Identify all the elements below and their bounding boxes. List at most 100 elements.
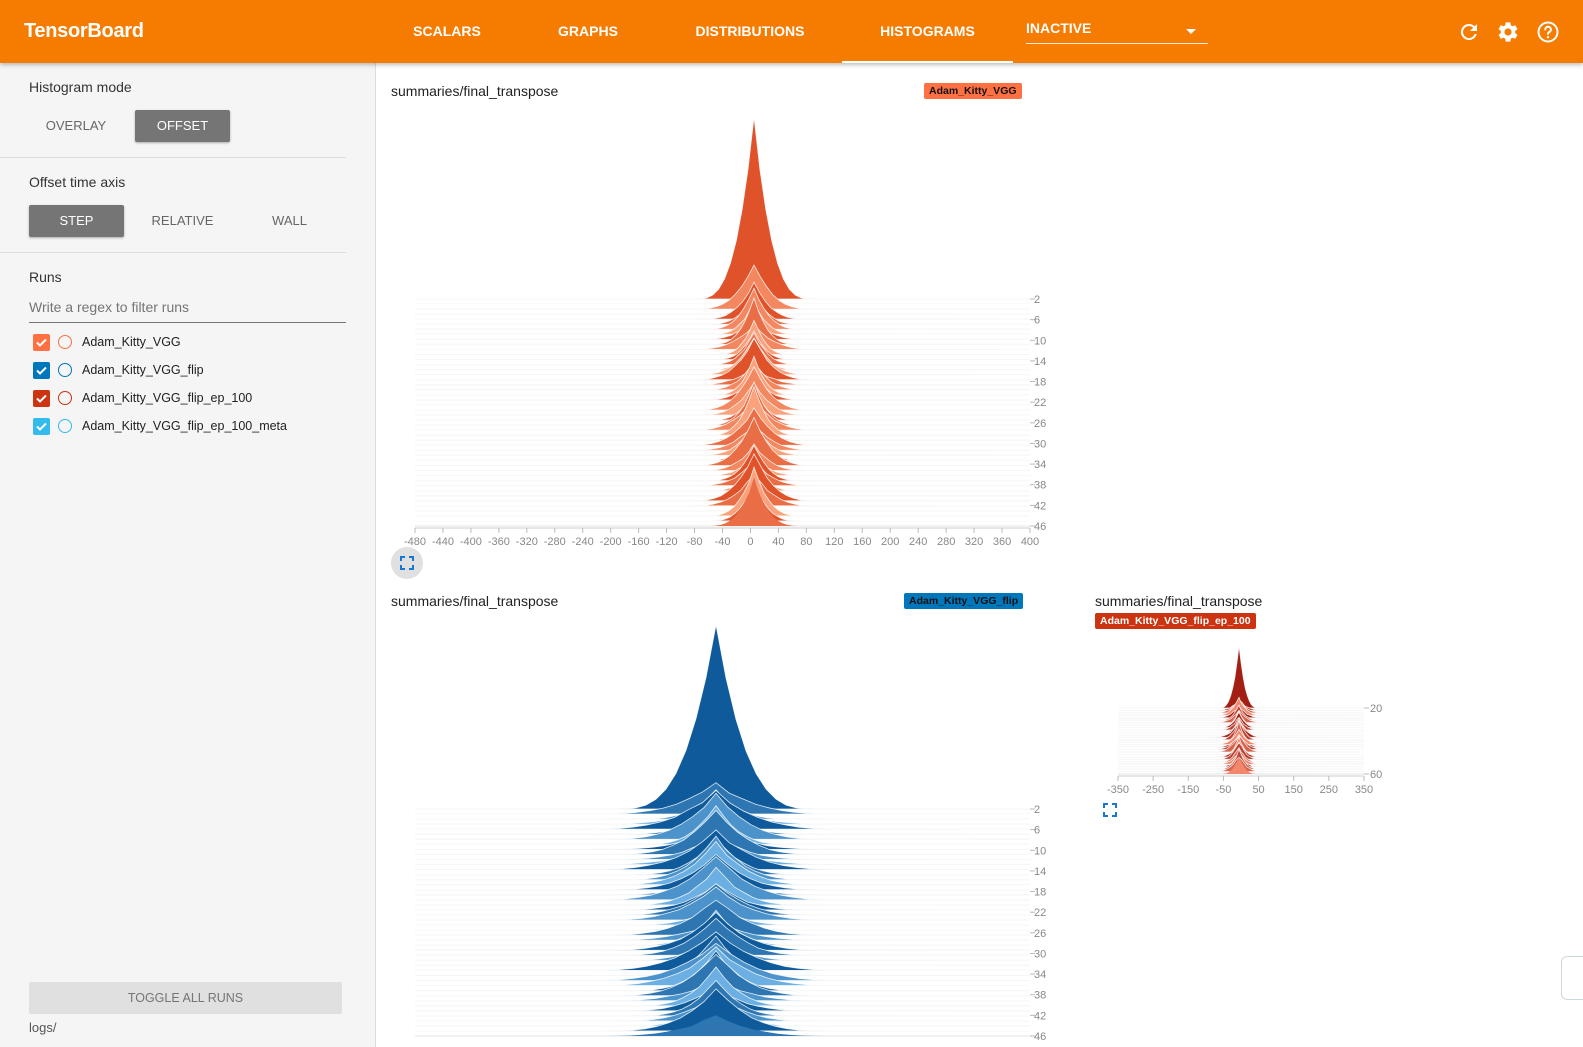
x-tick-label: 0 [747,536,753,548]
y-tick-label: 10 [1034,845,1046,857]
x-tick-label: -120 [656,536,678,548]
x-tick-label: -40 [715,536,731,548]
step-button[interactable]: STEP [29,205,124,237]
fullscreen-icon [1103,803,1117,817]
x-tick-label: 80 [800,536,812,548]
x-tick-label: -150 [1177,784,1199,796]
run-checkbox[interactable] [33,390,50,407]
y-tick-label: 14 [1034,356,1046,368]
x-tick-label: -80 [687,536,703,548]
y-tick-label: 46 [1034,1031,1046,1043]
tab-distributions[interactable]: DISTRIBUTIONS [690,0,810,63]
tab-scalars[interactable]: SCALARS [405,0,489,63]
card-title: summaries/final_transpose [391,593,559,609]
y-tick-label: 14 [1034,866,1046,878]
x-tick-label: -280 [544,536,566,548]
tab-graphs[interactable]: GRAPHS [550,0,626,63]
run-color-radio[interactable] [58,391,72,405]
x-tick-label: -440 [432,536,454,548]
y-tick-label: 42 [1034,1010,1046,1022]
y-tick-label: 10 [1034,335,1046,347]
run-color-radio[interactable] [58,363,72,377]
runs-title: Runs [29,269,62,285]
app-title: TensorBoard [24,20,144,42]
y-tick-label: 26 [1034,418,1046,430]
checkmark-icon [36,338,47,347]
y-tick-label: 6 [1034,315,1040,327]
checkmark-icon [36,422,47,431]
x-tick-label: -360 [488,536,510,548]
y-tick-label: 26 [1034,928,1046,940]
x-tick-label: -50 [1215,784,1231,796]
histogram-mode-title: Histogram mode [29,79,132,95]
x-tick-label: 400 [1021,536,1039,548]
y-tick-label: 34 [1034,969,1046,981]
y-tick-label: 2 [1034,804,1040,816]
x-tick-label: 50 [1252,784,1264,796]
run-label: Adam_Kitty_VGG_flip [82,363,204,377]
run-item: Adam_Kitty_VGG_flip_ep_100_meta [33,417,363,437]
y-tick-label: 22 [1034,907,1046,919]
x-tick-label: 150 [1285,784,1303,796]
histogram-chart: 2610141822263034384246 [415,624,1046,1043]
y-tick-label: 6 [1034,825,1040,837]
x-tick-label: 40 [772,536,784,548]
y-tick-label: 38 [1034,990,1046,1002]
y-tick-label: 38 [1034,480,1046,492]
settings-icon[interactable] [1496,20,1520,44]
run-label: Adam_Kitty_VGG_flip_ep_100 [82,391,253,405]
x-tick-label: -250 [1142,784,1164,796]
offset-time-axis-title: Offset time axis [29,174,126,190]
expand-button[interactable] [391,547,423,579]
run-label: Adam_Kitty_VGG [82,335,181,349]
x-tick-label: 200 [881,536,899,548]
help-icon[interactable] [1536,20,1560,44]
card-title: summaries/final_transpose [1095,593,1263,609]
expand-button[interactable] [1094,794,1126,826]
checkmark-icon [36,366,47,375]
x-tick-label: 350 [1355,784,1373,796]
logdir-label: logs/ [29,1020,57,1035]
section-divider [0,157,346,158]
fullscreen-icon [400,556,414,570]
y-tick-label: 18 [1034,377,1046,389]
y-tick-label: 18 [1034,887,1046,899]
x-tick-label: -160 [628,536,650,548]
x-tick-label: 280 [937,536,955,548]
wall-button[interactable]: WALL [242,205,337,237]
x-tick-label: 320 [965,536,983,548]
histogram-chart: 2060-350 -250 -150 -50 50 150 250 350 [1107,645,1382,796]
x-tick-label: -320 [516,536,538,548]
y-tick-label: 46 [1034,521,1046,533]
run-checkbox[interactable] [33,334,50,351]
overlay-button[interactable]: OVERLAY [29,110,123,142]
side-panel-handle[interactable] [1561,956,1583,1000]
section-divider [0,252,346,253]
x-tick-label: -400 [460,536,482,548]
x-tick-label: 120 [825,536,843,548]
histogram-chart: 2610141822263034384246-480 -440 -400 -360 -3… [404,116,1046,548]
inactive-dashboards-select[interactable]: INACTIVE [1026,20,1208,44]
y-tick-label: 22 [1034,397,1046,409]
run-filter-input[interactable] [29,299,346,315]
x-tick-label: -200 [600,536,622,548]
run-checkbox[interactable] [33,362,50,379]
run-item: Adam_Kitty_VGG_flip_ep_100 [33,389,363,409]
top-app-bar: TensorBoard SCALARS GRAPHS DISTRIBUTIONS… [0,0,1583,63]
x-tick-label: -240 [572,536,594,548]
relative-button[interactable]: RELATIVE [135,205,230,237]
inactive-select-label: INACTIVE [1026,20,1092,36]
run-tag: Adam_Kitty_VGG [924,83,1022,99]
run-tag: Adam_Kitty_VGG_flip_ep_100 [1095,613,1256,629]
toggle-all-runs-button[interactable]: TOGGLE ALL RUNS [29,982,342,1014]
run-filter-field[interactable] [29,299,346,323]
tab-histograms[interactable]: HISTOGRAMS [842,0,1013,63]
run-color-radio[interactable] [58,419,72,433]
run-item: Adam_Kitty_VGG_flip [33,361,363,381]
run-checkbox[interactable] [33,418,50,435]
y-tick-label: 30 [1034,438,1046,450]
run-color-radio[interactable] [58,335,72,349]
y-tick-label: 60 [1370,769,1382,781]
offset-button[interactable]: OFFSET [135,110,230,142]
refresh-icon[interactable] [1457,20,1481,44]
